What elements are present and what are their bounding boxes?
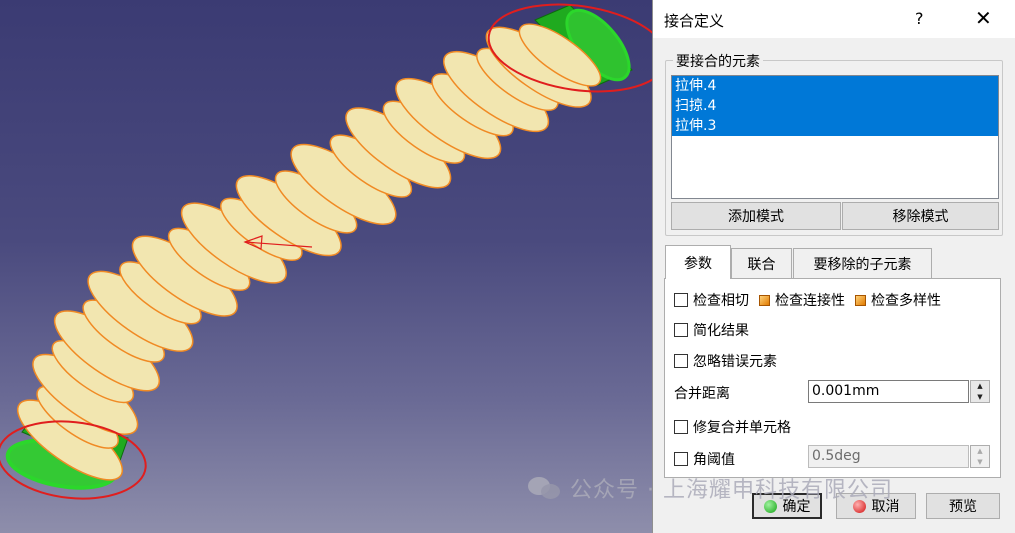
dialog-title: 接合定义 bbox=[664, 12, 725, 30]
elements-group-label: 要接合的元素 bbox=[673, 51, 763, 71]
watermark-text: 公众号 · 上海耀申科技有限公司 bbox=[570, 478, 893, 503]
check-connectivity-indicator[interactable] bbox=[759, 294, 770, 306]
tab-federation[interactable]: 联合 bbox=[731, 248, 792, 279]
angular-threshold-checkbox[interactable] bbox=[674, 452, 688, 466]
close-button[interactable]: ✕ bbox=[975, 6, 992, 30]
merging-distance-spinner[interactable]: ▲ ▼ bbox=[970, 380, 990, 403]
angular-threshold-label: 角阈值 bbox=[693, 452, 735, 468]
ignore-erroneous-checkbox[interactable] bbox=[674, 354, 688, 368]
bellows-model[interactable] bbox=[0, 0, 652, 533]
list-item[interactable]: 扫掠.4 bbox=[672, 96, 998, 116]
spin-down-icon[interactable]: ▼ bbox=[971, 392, 989, 403]
preview-button[interactable]: 预览 bbox=[926, 493, 1000, 519]
merging-distance-input[interactable]: 0.001mm bbox=[808, 380, 969, 403]
heal-merged-checkbox[interactable] bbox=[674, 420, 688, 434]
simplify-result-label: 简化结果 bbox=[693, 323, 749, 339]
simplify-result-checkbox[interactable] bbox=[674, 323, 688, 337]
help-button[interactable]: ? bbox=[915, 9, 924, 28]
check-manifold-indicator[interactable] bbox=[855, 294, 866, 306]
tab-parameters[interactable]: 参数 bbox=[665, 245, 731, 279]
check-tangency-label: 检查相切 bbox=[693, 293, 749, 309]
elements-listbox[interactable]: 拉伸.4 扫掠.4 拉伸.3 bbox=[671, 75, 999, 199]
add-mode-button[interactable]: 添加模式 bbox=[671, 202, 841, 230]
angular-threshold-input[interactable]: 0.5deg bbox=[808, 445, 969, 468]
ignore-erroneous-row[interactable]: 忽略错误元素 bbox=[674, 351, 777, 371]
list-item[interactable]: 拉伸.4 bbox=[672, 76, 998, 96]
spin-up-icon[interactable]: ▲ bbox=[971, 446, 989, 457]
watermark: 公众号 · 上海耀申科技有限公司 bbox=[528, 472, 893, 504]
remove-mode-button[interactable]: 移除模式 bbox=[842, 202, 999, 230]
tab-sub-elements-to-remove[interactable]: 要移除的子元素 bbox=[793, 248, 932, 279]
angular-threshold-row[interactable]: 角阈值 bbox=[674, 449, 735, 469]
wechat-icon bbox=[528, 475, 562, 501]
list-item[interactable]: 拉伸.3 bbox=[672, 116, 998, 136]
check-connectivity-label: 检查连接性 bbox=[775, 293, 845, 309]
dialog-titlebar: 接合定义 ? ✕ bbox=[653, 0, 1015, 38]
check-manifold-label: 检查多样性 bbox=[871, 293, 941, 309]
spin-down-icon[interactable]: ▼ bbox=[971, 457, 989, 468]
merging-distance-label: 合并距离 bbox=[674, 386, 730, 402]
heal-merged-row[interactable]: 修复合并单元格 bbox=[674, 417, 791, 437]
heal-merged-label: 修复合并单元格 bbox=[693, 420, 791, 436]
check-tangency-row[interactable]: 检查相切 检查连接性 检查多样性 bbox=[674, 290, 941, 310]
angular-threshold-spinner[interactable]: ▲ ▼ bbox=[970, 445, 990, 468]
simplify-result-row[interactable]: 简化结果 bbox=[674, 320, 749, 340]
merging-distance-row: 合并距离 bbox=[674, 383, 730, 403]
check-tangency-checkbox[interactable] bbox=[674, 293, 688, 307]
ignore-erroneous-label: 忽略错误元素 bbox=[693, 354, 777, 370]
spin-up-icon[interactable]: ▲ bbox=[971, 381, 989, 392]
viewport-3d[interactable] bbox=[0, 0, 652, 533]
